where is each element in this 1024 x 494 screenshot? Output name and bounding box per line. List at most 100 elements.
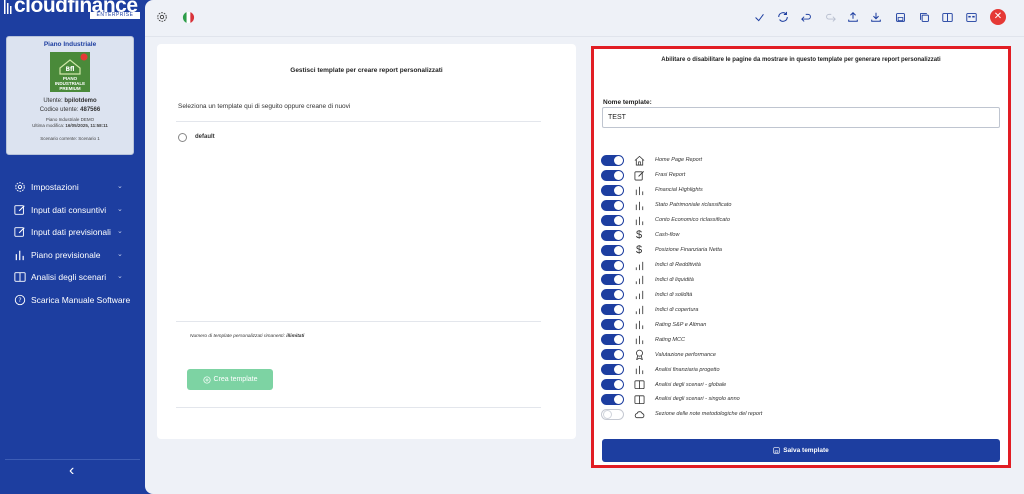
save-icon[interactable] <box>893 10 907 24</box>
template-manager-panel: Gestisci template per creare report pers… <box>157 44 576 439</box>
template-pages-panel: Abilitare o disabilitare le pagine da mo… <box>591 46 1011 468</box>
save-template-button[interactable]: Salva template <box>602 439 1000 462</box>
columns-icon <box>633 393 645 405</box>
page-row: Home Page Report <box>601 153 1001 168</box>
logo-edition: ENTERPRISE <box>90 12 140 19</box>
settings-icon[interactable] <box>155 10 169 24</box>
sidebar-item-piano-previsionale[interactable]: Piano previsionale ⌄ <box>0 244 145 267</box>
refresh-icon[interactable] <box>776 10 790 24</box>
page-row: Indici di Redditività <box>601 258 1001 273</box>
bar-chart-up-icon <box>633 289 645 301</box>
chevron-down-icon: ⌄ <box>117 250 123 258</box>
collapse-sidebar-button[interactable]: ‹ <box>69 463 74 479</box>
page-row: Stato Patrimoniale riclassificato <box>601 198 1001 213</box>
profile-card: Piano Industriale Bfl PIANO INDUSTRIALE … <box>6 36 134 155</box>
page-label: Indici di Redditività <box>655 262 701 269</box>
page-toggle[interactable] <box>601 408 624 420</box>
bar-chart-up-icon <box>633 259 645 271</box>
panel-subtitle: Seleziona un template qui di seguito opp… <box>178 103 351 110</box>
columns-icon[interactable] <box>940 10 954 24</box>
page-label: Indici di solidità <box>655 291 693 298</box>
page-row: Financial Highlights <box>601 183 1001 198</box>
logo: cloudfinance ENTERPRISE <box>4 0 142 22</box>
page-toggle[interactable] <box>601 199 624 211</box>
page-row: Rating S&P e Altman <box>601 317 1001 332</box>
last-modified: Ultima modifica: 16/05/2025, 11:58:11 <box>7 123 133 128</box>
edit-icon <box>13 203 26 216</box>
sidebar-item-input-consuntivi[interactable]: Input dati consuntivi ⌄ <box>0 199 145 222</box>
page-label: Analisi degli scenari - globale <box>655 381 727 388</box>
upload-icon[interactable] <box>846 10 860 24</box>
code-line: Codice utente: 487566 <box>7 107 133 113</box>
logo-bars-icon <box>4 0 12 14</box>
bar-chart-icon <box>13 248 26 261</box>
sidebar-item-analisi-scenari[interactable]: Analisi degli scenari ⌄ <box>0 266 145 289</box>
page-row: Indici di copertura <box>601 302 1001 317</box>
create-template-label: Crea template <box>213 376 258 383</box>
page-toggle[interactable] <box>601 184 624 196</box>
svg-text:?: ? <box>18 297 21 304</box>
user-line: Utente: bpilotdemo <box>7 98 133 104</box>
page-toggle[interactable] <box>601 334 624 346</box>
redo-icon[interactable] <box>823 10 837 24</box>
calendar-icon[interactable] <box>964 10 978 24</box>
bar-chart-up-icon <box>633 274 645 286</box>
page-toggle[interactable] <box>601 154 624 166</box>
page-toggle[interactable] <box>601 229 624 241</box>
remaining-value: illimitati <box>286 334 305 339</box>
bar-chart-icon <box>633 199 645 211</box>
save-template-label: Salva template <box>783 447 829 454</box>
page-toggle[interactable] <box>601 289 624 301</box>
chevron-down-icon: ⌄ <box>117 183 123 190</box>
page-toggle[interactable] <box>601 393 624 405</box>
page-label: Financial Highlights <box>655 187 703 194</box>
check-icon[interactable] <box>752 10 766 24</box>
download-icon[interactable] <box>869 10 883 24</box>
sidebar: cloudfinance ENTERPRISE Piano Industrial… <box>0 0 145 494</box>
page-toggle[interactable] <box>601 349 624 361</box>
close-button[interactable]: ✕ <box>990 9 1006 25</box>
sidebar-item-label: Impostazioni <box>31 182 79 193</box>
chevron-down-icon: ⌄ <box>117 228 123 235</box>
page-row: Conto Economico riclassificato <box>601 213 1001 228</box>
panel-title: Abilitare o disabilitare le pagine da mo… <box>661 57 941 63</box>
page-toggle[interactable] <box>601 214 624 226</box>
create-template-button[interactable]: Crea template <box>187 369 273 390</box>
sidebar-item-label: Piano previsionale <box>31 249 101 260</box>
page-row: Rating MCC <box>601 332 1001 347</box>
page-toggle[interactable] <box>601 379 624 391</box>
template-radio-default[interactable] <box>178 133 187 142</box>
panel-title: Gestisci template per creare report pers… <box>290 67 443 74</box>
sidebar-item-input-previsionali[interactable]: Input dati previsionali ⌄ <box>0 221 145 244</box>
premium-badge: Bfl PIANO INDUSTRIALE PREMIUM <box>50 52 90 92</box>
cloud-icon <box>633 408 645 420</box>
main-content: ✕ Gestisci template per creare report pe… <box>145 0 1024 494</box>
sidebar-item-label: Scarica Manuale Software <box>31 294 131 305</box>
plan-name: Piano Industriale DEMO <box>45 117 95 122</box>
page-label: Posizione Finanziaria Netta <box>655 247 722 254</box>
page-toggle[interactable] <box>601 304 624 316</box>
page-toggle[interactable] <box>601 259 624 271</box>
copy-icon[interactable] <box>917 10 931 24</box>
gear-icon <box>13 181 26 194</box>
italy-flag-icon[interactable] <box>181 10 195 24</box>
page-toggle[interactable] <box>601 244 624 256</box>
chevron-down-icon: ⌄ <box>117 205 123 213</box>
chevron-down-icon: ⌄ <box>117 273 123 280</box>
award-icon <box>633 349 645 361</box>
sidebar-item-impostazioni[interactable]: Impostazioni ⌄ <box>0 176 145 199</box>
template-label-default[interactable]: default <box>195 134 215 140</box>
undo-icon[interactable] <box>799 10 813 24</box>
columns-icon <box>633 379 645 391</box>
page-toggle[interactable] <box>601 169 624 181</box>
page-toggle[interactable] <box>601 364 624 376</box>
template-name-input[interactable]: TEST <box>602 107 1000 128</box>
scenario-info: Scenario corrente: Scenario 1 <box>40 136 100 141</box>
dollar-icon: $ <box>635 229 643 242</box>
page-toggle[interactable] <box>601 319 624 331</box>
page-toggle[interactable] <box>601 274 624 286</box>
user-label: Utente: <box>43 98 63 104</box>
page-row: Analisi finanziaria progetto <box>601 362 1001 377</box>
sidebar-item-manuale[interactable]: ? Scarica Manuale Software <box>0 289 145 312</box>
page-label: Analisi degli scenari - singolo anno <box>655 396 740 403</box>
